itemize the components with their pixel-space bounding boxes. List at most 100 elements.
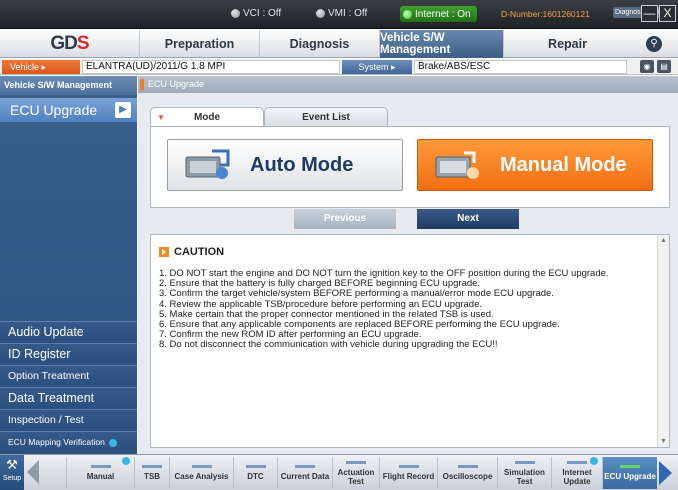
caret-down-icon: ▼: [157, 113, 165, 122]
sidebar-item-id-register[interactable]: ID Register: [0, 343, 137, 365]
caution-item: 5. Make certain that the proper connecto…: [159, 308, 494, 320]
vehicle-select-button[interactable]: Vehicle ▸: [2, 60, 80, 74]
tool-oscilloscope[interactable]: Oscilloscope: [437, 457, 497, 489]
tool-actuation-test[interactable]: Actuation Test: [332, 457, 379, 489]
bottom-toolbar: ⚒ Setup Manual TSB Case Analysis DTC Cur…: [0, 454, 678, 490]
tool-label: TSB: [144, 472, 160, 481]
main-content: ECU Upgrade ▼ Mode Event List Auto Mode: [138, 76, 678, 454]
caution-item: 8. Do not disconnect the communication w…: [159, 339, 498, 351]
logo-accent-text: S: [76, 33, 90, 54]
tool-label: Internet Update: [562, 467, 592, 486]
vci-status-text: VCI : Off: [243, 8, 282, 19]
tool-bar-icon: [620, 465, 640, 468]
info-icon: [122, 457, 130, 465]
main-menu: GD S Preparation Diagnosis Vehicle S/W Ma…: [0, 30, 678, 58]
internet-status-icon: [403, 9, 412, 19]
tool-label: Actuation Test: [337, 467, 375, 486]
menu-preparation[interactable]: Preparation: [139, 30, 259, 58]
tool-internet-update[interactable]: Internet Update: [551, 457, 602, 489]
breadcrumb: ECU Upgrade: [138, 76, 678, 93]
system-label: System: [358, 62, 389, 72]
tool-tsb[interactable]: TSB: [134, 457, 169, 489]
screen-icon[interactable]: ▤: [657, 60, 671, 73]
sidebar-item-audio-update[interactable]: Audio Update: [0, 321, 137, 343]
caution-heading: CAUTION: [159, 246, 224, 258]
sidebar-item-ecu-upgrade[interactable]: ECU Upgrade ▶: [0, 98, 137, 122]
caution-title: CAUTION: [174, 246, 225, 258]
vehicle-label: Vehicle: [10, 62, 40, 72]
tab-mode[interactable]: ▼ Mode: [150, 107, 264, 127]
tool-bar-icon: [142, 465, 162, 468]
caution-item: 2. Ensure that the battery is fully char…: [159, 278, 481, 290]
scroll-left-icon[interactable]: [27, 460, 39, 484]
system-select-button[interactable]: System ▸: [342, 60, 412, 74]
tool-bar-icon: [90, 465, 111, 468]
tool-flight-record[interactable]: Flight Record: [379, 457, 437, 489]
menu-repair[interactable]: Repair: [503, 30, 631, 58]
tool-label: Flight Record: [382, 472, 435, 481]
tool-dtc[interactable]: DTC: [233, 457, 277, 489]
sidebar-title: Vehicle S/W Management: [0, 76, 137, 95]
vmi-status-icon: [316, 9, 325, 18]
search-button[interactable]: ⚲: [634, 33, 674, 55]
caution-scrollbar[interactable]: ▲ ▼: [657, 235, 669, 447]
ecu-auto-icon: [182, 147, 232, 183]
tool-bar-icon: [295, 465, 315, 468]
tool-bar-icon: [346, 460, 366, 464]
tool-label: Simulation Test: [504, 467, 545, 486]
close-button[interactable]: X: [659, 5, 676, 22]
minimize-button[interactable]: —: [641, 5, 658, 22]
camera-icon[interactable]: ◉: [640, 60, 654, 73]
sidebar-list: Audio Update ID Register Option Treatmen…: [0, 321, 137, 453]
auto-mode-button[interactable]: Auto Mode: [167, 139, 403, 191]
tab-event-list[interactable]: Event List: [264, 107, 388, 127]
scroll-up-icon[interactable]: ▲: [660, 237, 667, 244]
ecu-manual-icon: [432, 147, 482, 183]
tool-bar-icon: [514, 460, 535, 464]
tool-label: Manual: [86, 472, 115, 481]
d-number: D-Number:1601260121: [501, 9, 590, 19]
sidebar-item-inspection-test[interactable]: Inspection / Test: [0, 409, 137, 431]
next-button[interactable]: Next: [417, 209, 519, 229]
menu-vehicle-sw-management[interactable]: Vehicle S/W Management: [379, 30, 503, 58]
caution-item: 7. Confirm the new ROM ID after performi…: [159, 329, 422, 341]
tool-label: ECU Upgrade: [604, 472, 656, 481]
scroll-down-icon[interactable]: ▼: [660, 438, 667, 445]
vmi-status-text: VMI : Off: [328, 8, 368, 19]
tool-bar-icon: [457, 465, 478, 468]
tool-bar-icon: [567, 460, 587, 464]
warning-icon: [159, 247, 169, 257]
internet-status: Internet : On: [400, 6, 477, 22]
status-bar: VCI : Off VMI : Off Internet : On D-Numb…: [0, 0, 678, 29]
sidebar-item-ecu-mapping-verification[interactable]: ECU Mapping Verification: [0, 431, 137, 453]
system-field: Brake/ABS/ESC: [414, 60, 627, 74]
breadcrumb-marker-icon: [140, 79, 144, 90]
tool-label: Current Data: [280, 472, 330, 481]
vci-status: VCI : Off: [231, 8, 281, 19]
tool-label: DTC: [247, 472, 264, 481]
caution-list: 1. DO NOT start the engine and DO NOT tu…: [159, 269, 655, 351]
mode-panel: Auto Mode Manual Mode: [150, 126, 670, 208]
sidebar: Vehicle S/W Management ECU Upgrade ▶ Aud…: [0, 76, 137, 454]
tool-label: Oscilloscope: [442, 472, 493, 481]
tool-case-analysis[interactable]: Case Analysis: [169, 457, 233, 489]
caution-item: 3. Confirm the target vehicle/system BEF…: [159, 288, 554, 300]
vmi-status: VMI : Off: [316, 8, 367, 19]
scroll-right-icon[interactable]: [659, 461, 672, 485]
setup-button[interactable]: ⚒ Setup: [0, 455, 24, 490]
chevron-right-icon: ▶: [115, 102, 131, 118]
manual-mode-button[interactable]: Manual Mode: [417, 139, 653, 191]
caution-item: 4. Review the applicable TSB/procedure b…: [159, 298, 483, 310]
caution-item: 6. Ensure that any applicable components…: [159, 318, 560, 330]
tool-manual[interactable]: Manual: [66, 457, 134, 489]
vehicle-field: ELANTRA(UD)/2011/G 1.8 MPI: [82, 60, 340, 74]
tool-simulation-test[interactable]: Simulation Test: [497, 457, 551, 489]
menu-diagnosis[interactable]: Diagnosis: [259, 30, 379, 58]
tool-current-data[interactable]: Current Data: [277, 457, 332, 489]
previous-button[interactable]: Previous: [294, 209, 396, 229]
sidebar-item-option-treatment[interactable]: Option Treatment: [0, 365, 137, 387]
info-icon: [590, 457, 598, 465]
sidebar-item-data-treatment[interactable]: Data Treatment: [0, 387, 137, 409]
tool-ecu-upgrade[interactable]: ECU Upgrade: [602, 457, 657, 489]
tool-bar-icon: [191, 465, 212, 468]
